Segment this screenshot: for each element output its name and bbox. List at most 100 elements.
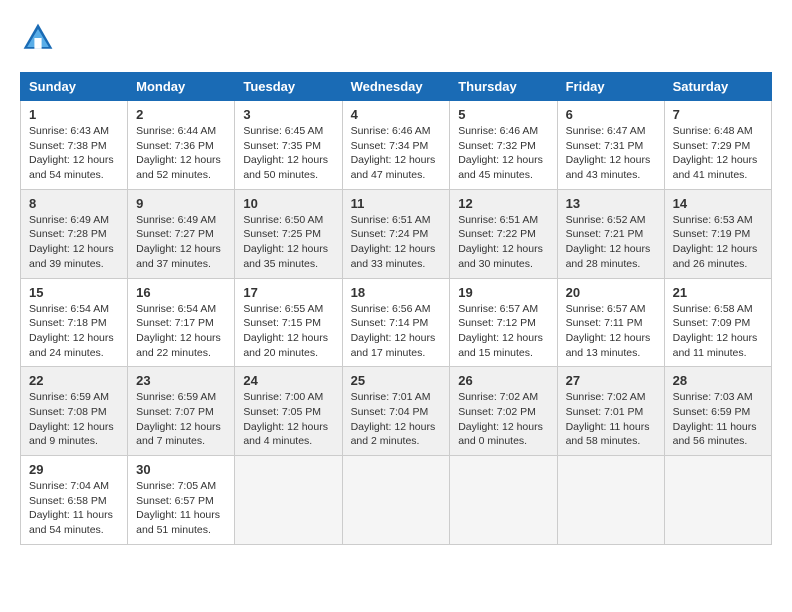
day-info: Sunrise: 6:57 AM Sunset: 7:11 PM Dayligh… [566,302,656,361]
day-info: Sunrise: 7:05 AM Sunset: 6:57 PM Dayligh… [136,479,226,538]
calendar-body: 1 Sunrise: 6:43 AM Sunset: 7:38 PM Daylig… [21,101,772,545]
calendar-cell: 28 Sunrise: 7:03 AM Sunset: 6:59 PM Dayli… [664,367,771,456]
calendar-week-row: 8 Sunrise: 6:49 AM Sunset: 7:28 PM Daylig… [21,189,772,278]
calendar-cell [450,456,557,545]
day-number: 26 [458,373,548,388]
calendar-cell: 13 Sunrise: 6:52 AM Sunset: 7:21 PM Dayli… [557,189,664,278]
weekday-header-monday: Monday [128,73,235,101]
day-number: 4 [351,107,442,122]
day-info: Sunrise: 6:43 AM Sunset: 7:38 PM Dayligh… [29,124,119,183]
calendar-cell: 10 Sunrise: 6:50 AM Sunset: 7:25 PM Dayli… [235,189,342,278]
calendar-cell: 9 Sunrise: 6:49 AM Sunset: 7:27 PM Daylig… [128,189,235,278]
day-number: 18 [351,285,442,300]
day-number: 19 [458,285,548,300]
calendar-cell: 24 Sunrise: 7:00 AM Sunset: 7:05 PM Dayli… [235,367,342,456]
day-info: Sunrise: 6:47 AM Sunset: 7:31 PM Dayligh… [566,124,656,183]
day-number: 22 [29,373,119,388]
day-number: 2 [136,107,226,122]
calendar-cell: 3 Sunrise: 6:45 AM Sunset: 7:35 PM Daylig… [235,101,342,190]
calendar-week-row: 29 Sunrise: 7:04 AM Sunset: 6:58 PM Dayli… [21,456,772,545]
calendar-cell [342,456,450,545]
day-number: 30 [136,462,226,477]
day-number: 15 [29,285,119,300]
weekday-header-row: SundayMondayTuesdayWednesdayThursdayFrid… [21,73,772,101]
calendar-cell: 6Sunrise: 6:47 AM Sunset: 7:31 PM Daylig… [557,101,664,190]
day-info: Sunrise: 6:50 AM Sunset: 7:25 PM Dayligh… [243,213,333,272]
day-info: Sunrise: 6:52 AM Sunset: 7:21 PM Dayligh… [566,213,656,272]
day-info: Sunrise: 6:54 AM Sunset: 7:18 PM Dayligh… [29,302,119,361]
day-number: 12 [458,196,548,211]
day-number: 24 [243,373,333,388]
day-info: Sunrise: 6:58 AM Sunset: 7:09 PM Dayligh… [673,302,763,361]
calendar-cell: 5Sunrise: 6:46 AM Sunset: 7:32 PM Daylig… [450,101,557,190]
calendar-cell: 22Sunrise: 6:59 AM Sunset: 7:08 PM Dayli… [21,367,128,456]
calendar-cell: 29 Sunrise: 7:04 AM Sunset: 6:58 PM Dayli… [21,456,128,545]
day-info: Sunrise: 7:03 AM Sunset: 6:59 PM Dayligh… [673,390,763,449]
day-number: 10 [243,196,333,211]
weekday-header-thursday: Thursday [450,73,557,101]
day-info: Sunrise: 7:04 AM Sunset: 6:58 PM Dayligh… [29,479,119,538]
calendar-cell: 7Sunrise: 6:48 AM Sunset: 7:29 PM Daylig… [664,101,771,190]
logo [20,20,62,56]
day-number: 27 [566,373,656,388]
calendar-cell: 30 Sunrise: 7:05 AM Sunset: 6:57 PM Dayli… [128,456,235,545]
day-info: Sunrise: 7:01 AM Sunset: 7:04 PM Dayligh… [351,390,442,449]
day-info: Sunrise: 6:59 AM Sunset: 7:07 PM Dayligh… [136,390,226,449]
calendar-cell: 26Sunrise: 7:02 AM Sunset: 7:02 PM Dayli… [450,367,557,456]
day-number: 1 [29,107,119,122]
day-info: Sunrise: 6:49 AM Sunset: 7:28 PM Dayligh… [29,213,119,272]
day-number: 9 [136,196,226,211]
calendar-cell: 16 Sunrise: 6:54 AM Sunset: 7:17 PM Dayli… [128,278,235,367]
calendar-table: SundayMondayTuesdayWednesdayThursdayFrid… [20,72,772,545]
calendar-cell: 23 Sunrise: 6:59 AM Sunset: 7:07 PM Dayli… [128,367,235,456]
weekday-header-sunday: Sunday [21,73,128,101]
calendar-cell: 12 Sunrise: 6:51 AM Sunset: 7:22 PM Dayli… [450,189,557,278]
calendar-cell: 15 Sunrise: 6:54 AM Sunset: 7:18 PM Dayli… [21,278,128,367]
day-info: Sunrise: 6:45 AM Sunset: 7:35 PM Dayligh… [243,124,333,183]
calendar-cell [664,456,771,545]
calendar-cell [235,456,342,545]
day-number: 25 [351,373,442,388]
calendar-cell: 14 Sunrise: 6:53 AM Sunset: 7:19 PM Dayli… [664,189,771,278]
weekday-header-saturday: Saturday [664,73,771,101]
day-info: Sunrise: 6:55 AM Sunset: 7:15 PM Dayligh… [243,302,333,361]
day-number: 8 [29,196,119,211]
day-number: 14 [673,196,763,211]
day-number: 16 [136,285,226,300]
day-info: Sunrise: 6:46 AM Sunset: 7:34 PM Dayligh… [351,124,442,183]
day-number: 28 [673,373,763,388]
calendar-cell: 8 Sunrise: 6:49 AM Sunset: 7:28 PM Daylig… [21,189,128,278]
calendar-cell: 2Sunrise: 6:44 AM Sunset: 7:36 PM Daylig… [128,101,235,190]
header [20,20,772,56]
day-number: 13 [566,196,656,211]
calendar-cell: 27Sunrise: 7:02 AM Sunset: 7:01 PM Dayli… [557,367,664,456]
calendar-cell: 20 Sunrise: 6:57 AM Sunset: 7:11 PM Dayli… [557,278,664,367]
calendar-week-row: 22Sunrise: 6:59 AM Sunset: 7:08 PM Dayli… [21,367,772,456]
calendar-header: SundayMondayTuesdayWednesdayThursdayFrid… [21,73,772,101]
day-number: 21 [673,285,763,300]
day-info: Sunrise: 6:53 AM Sunset: 7:19 PM Dayligh… [673,213,763,272]
day-number: 3 [243,107,333,122]
calendar-cell: 19 Sunrise: 6:57 AM Sunset: 7:12 PM Dayli… [450,278,557,367]
day-info: Sunrise: 6:54 AM Sunset: 7:17 PM Dayligh… [136,302,226,361]
calendar-cell: 11 Sunrise: 6:51 AM Sunset: 7:24 PM Dayli… [342,189,450,278]
day-info: Sunrise: 6:46 AM Sunset: 7:32 PM Dayligh… [458,124,548,183]
day-number: 29 [29,462,119,477]
day-info: Sunrise: 6:51 AM Sunset: 7:22 PM Dayligh… [458,213,548,272]
day-info: Sunrise: 6:49 AM Sunset: 7:27 PM Dayligh… [136,213,226,272]
weekday-header-tuesday: Tuesday [235,73,342,101]
day-info: Sunrise: 7:00 AM Sunset: 7:05 PM Dayligh… [243,390,333,449]
day-number: 11 [351,196,442,211]
day-info: Sunrise: 6:57 AM Sunset: 7:12 PM Dayligh… [458,302,548,361]
day-number: 23 [136,373,226,388]
day-number: 20 [566,285,656,300]
calendar-cell: 18 Sunrise: 6:56 AM Sunset: 7:14 PM Dayli… [342,278,450,367]
weekday-header-wednesday: Wednesday [342,73,450,101]
page-container: SundayMondayTuesdayWednesdayThursdayFrid… [20,20,772,545]
calendar-cell: 4 Sunrise: 6:46 AM Sunset: 7:34 PM Daylig… [342,101,450,190]
calendar-week-row: 1 Sunrise: 6:43 AM Sunset: 7:38 PM Daylig… [21,101,772,190]
calendar-cell [557,456,664,545]
day-number: 17 [243,285,333,300]
day-info: Sunrise: 6:51 AM Sunset: 7:24 PM Dayligh… [351,213,442,272]
day-info: Sunrise: 6:56 AM Sunset: 7:14 PM Dayligh… [351,302,442,361]
